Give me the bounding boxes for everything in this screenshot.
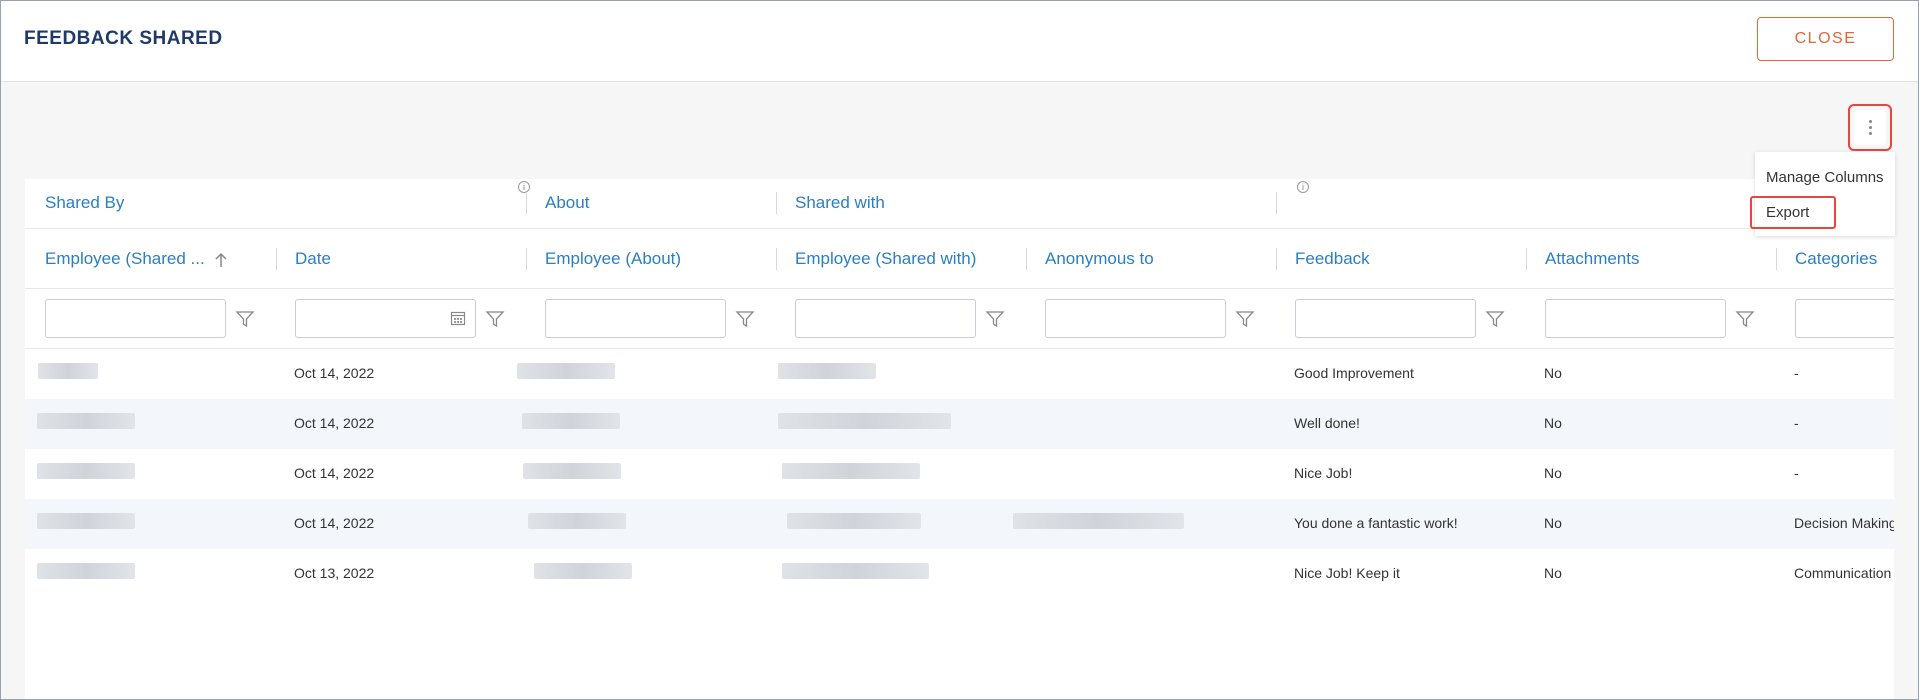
filter-icon[interactable] <box>985 309 1005 329</box>
cell-categories: - <box>1794 365 1799 381</box>
menu-item-export[interactable]: Export <box>1766 204 1809 221</box>
redacted-name <box>522 413 620 429</box>
column-header-employee-shared-by[interactable]: Employee (Shared ... <box>45 249 205 269</box>
column-divider <box>776 248 777 270</box>
cell-attachments: No <box>1544 465 1562 481</box>
cell-attachments: No <box>1544 415 1562 431</box>
group-shared-by: Shared By <box>45 193 125 212</box>
table-row[interactable]: Oct 14, 2022 You done a fantastic work! … <box>25 499 1894 549</box>
cell-attachments: No <box>1544 515 1562 531</box>
redacted-name <box>528 513 626 529</box>
column-divider <box>526 248 527 270</box>
redacted-name <box>523 463 621 479</box>
column-divider <box>276 248 277 270</box>
redacted-name <box>778 363 876 379</box>
more-options-button[interactable] <box>1854 110 1886 145</box>
redacted-name <box>782 563 929 579</box>
info-icon[interactable]: i <box>1297 181 1309 193</box>
filter-icon[interactable] <box>1235 309 1255 329</box>
filter-input-feedback[interactable] <box>1295 299 1476 338</box>
dialog-header: FEEDBACK SHARED CLOSE <box>0 0 1919 82</box>
redacted-name <box>38 363 98 379</box>
cell-attachments: No <box>1544 565 1562 581</box>
redacted-name <box>787 513 921 529</box>
group-divider <box>526 192 527 214</box>
cell-categories: - <box>1794 465 1799 481</box>
redacted-name <box>37 413 135 429</box>
filter-input-attachments[interactable] <box>1545 299 1726 338</box>
group-shared-with: Shared with <box>795 193 885 212</box>
cell-date: Oct 14, 2022 <box>294 465 375 481</box>
more-options-menu: Manage Columns Export <box>1755 152 1895 236</box>
kebab-menu-icon <box>1868 120 1872 135</box>
redacted-name <box>1013 513 1184 529</box>
cell-feedback: You done a fantastic work! <box>1294 515 1458 531</box>
column-header-row: Employee (Shared ... Date Employee (Abou… <box>25 229 1894 289</box>
page-title: FEEDBACK SHARED <box>24 28 223 49</box>
info-icon[interactable]: i <box>518 181 530 193</box>
filter-icon[interactable] <box>235 309 255 329</box>
column-header-employee-shared-with[interactable]: Employee (Shared with) <box>795 249 976 269</box>
redacted-name <box>534 563 632 579</box>
cell-categories: - <box>1794 415 1799 431</box>
cell-date: Oct 14, 2022 <box>294 515 375 531</box>
feedback-grid: Shared By i About Shared with i Employee… <box>25 179 1894 700</box>
redacted-name <box>37 513 135 529</box>
filter-icon[interactable] <box>735 309 755 329</box>
group-about: About <box>545 193 590 212</box>
menu-item-manage-columns[interactable]: Manage Columns <box>1766 169 1884 186</box>
column-divider <box>1776 248 1777 270</box>
filter-icon[interactable] <box>485 309 505 329</box>
column-divider <box>1026 248 1027 270</box>
cell-feedback: Nice Job! Keep it <box>1294 565 1400 581</box>
redacted-name <box>37 463 135 479</box>
cell-attachments: No <box>1544 365 1562 381</box>
column-header-categories[interactable]: Categories <box>1795 249 1877 269</box>
table-row[interactable]: Oct 14, 2022 Good Improvement No - <box>25 349 1894 399</box>
group-divider <box>1276 192 1277 214</box>
redacted-name <box>778 413 951 429</box>
sort-ascending-icon[interactable] <box>214 252 228 268</box>
filter-input-employee-shared-with[interactable] <box>795 299 976 338</box>
column-header-date[interactable]: Date <box>295 249 331 269</box>
close-button[interactable]: CLOSE <box>1757 17 1894 61</box>
cell-feedback: Nice Job! <box>1294 465 1353 481</box>
cell-feedback: Good Improvement <box>1294 365 1414 381</box>
column-divider <box>1526 248 1527 270</box>
cell-date: Oct 13, 2022 <box>294 565 375 581</box>
group-divider <box>776 192 777 214</box>
filter-input-categories[interactable] <box>1795 299 1894 338</box>
filter-icon[interactable] <box>1735 309 1755 329</box>
column-header-anonymous-to[interactable]: Anonymous to <box>1045 249 1154 269</box>
table-row[interactable]: Oct 13, 2022 Nice Job! Keep it No Commun… <box>25 549 1894 599</box>
filter-input-employee-shared-by[interactable] <box>45 299 226 338</box>
filter-input-anonymous-to[interactable] <box>1045 299 1226 338</box>
cell-categories: Decision Making <box>1794 515 1894 531</box>
column-group-row: Shared By i About Shared with i <box>25 179 1894 229</box>
calendar-icon[interactable] <box>450 310 466 326</box>
filter-input-employee-about[interactable] <box>545 299 726 338</box>
column-header-attachments[interactable]: Attachments <box>1545 249 1640 269</box>
filter-input-date[interactable] <box>295 299 476 338</box>
column-divider <box>1276 248 1277 270</box>
filter-icon[interactable] <box>1485 309 1505 329</box>
cell-feedback: Well done! <box>1294 415 1360 431</box>
cell-date: Oct 14, 2022 <box>294 415 375 431</box>
redacted-name <box>782 463 920 479</box>
table-row[interactable]: Oct 14, 2022 Well done! No - <box>25 399 1894 449</box>
cell-categories: Communication <box>1794 565 1892 581</box>
redacted-name <box>37 563 135 579</box>
column-header-employee-about[interactable]: Employee (About) <box>545 249 681 269</box>
cell-date: Oct 14, 2022 <box>294 365 375 381</box>
column-header-feedback[interactable]: Feedback <box>1295 249 1370 269</box>
table-row[interactable]: Oct 14, 2022 Nice Job! No - <box>25 449 1894 499</box>
redacted-name <box>517 363 615 379</box>
